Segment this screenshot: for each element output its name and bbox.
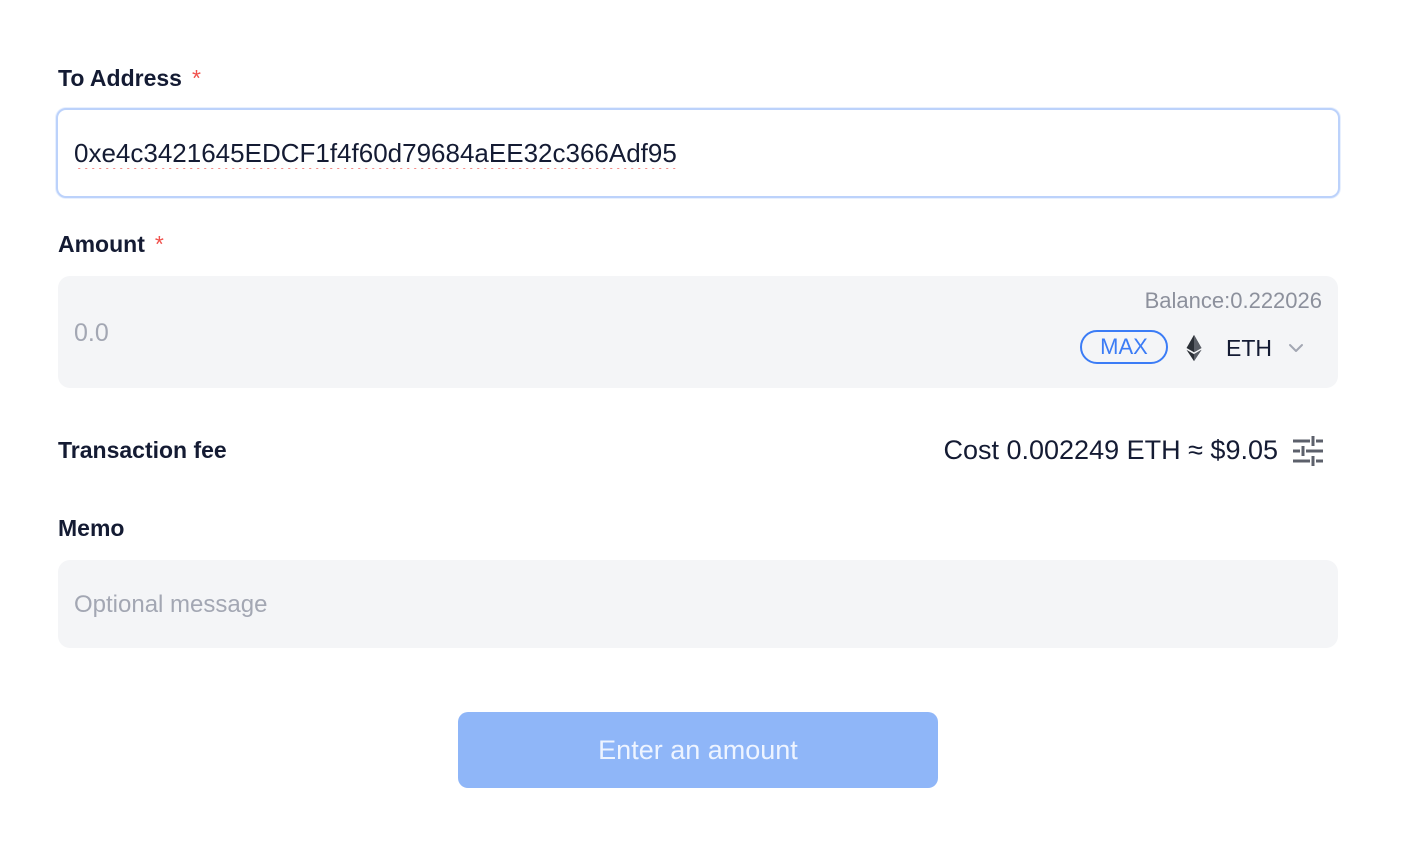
amount-input[interactable]	[74, 316, 674, 350]
required-mark: *	[191, 65, 201, 91]
fee-cost-text: Cost 0.002249 ETH ≈ $9.05	[943, 435, 1278, 465]
memo-label: Memo	[58, 515, 125, 541]
amount-field-container: Balance:0.222026 MAX ETH	[58, 276, 1338, 388]
transaction-fee-label: Transaction fee	[58, 437, 227, 463]
ethereum-icon	[1186, 334, 1202, 362]
balance-text: Balance:0.222026	[1144, 288, 1322, 313]
sliders-icon[interactable]	[1292, 436, 1324, 466]
to-address-field-container	[56, 108, 1340, 198]
to-address-input[interactable]	[74, 136, 1314, 170]
max-button[interactable]: MAX	[1080, 330, 1168, 364]
memo-input[interactable]	[74, 588, 1314, 622]
chevron-down-icon	[1289, 344, 1303, 352]
token-selector[interactable]: ETH	[1184, 330, 1304, 366]
to-address-label-text: To Address	[58, 65, 182, 91]
to-address-label: To Address *	[58, 64, 201, 92]
required-mark: *	[154, 231, 164, 257]
amount-label-text: Amount	[58, 231, 145, 257]
send-form: To Address * Amount * Balance:0.222026 MAX…	[0, 0, 1408, 842]
amount-label: Amount *	[58, 230, 164, 258]
token-symbol: ETH	[1226, 334, 1272, 361]
memo-field-container	[58, 560, 1338, 648]
enter-amount-button[interactable]: Enter an amount	[458, 712, 938, 788]
